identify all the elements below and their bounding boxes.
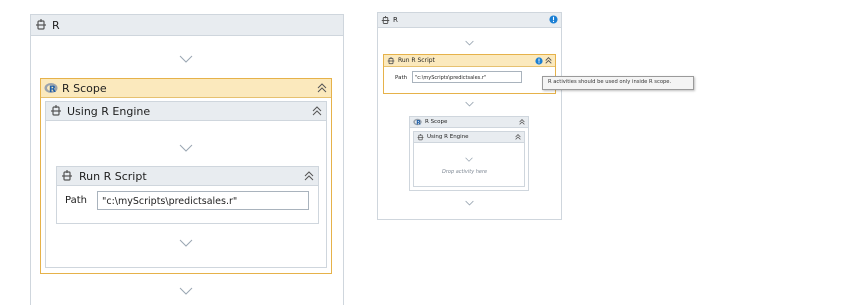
left-r-header[interactable]: R	[31, 15, 343, 36]
left-engine-header[interactable]: Using R Engine	[46, 102, 326, 121]
activity-gear-icon	[381, 15, 390, 24]
activity-gear-icon	[417, 133, 424, 140]
right-engine-activity[interactable]: Using R Engine Drop activity here	[413, 131, 525, 187]
drop-arrow-icon[interactable]	[465, 40, 474, 46]
collapse-chevron-icon[interactable]	[304, 171, 314, 181]
right-path-input[interactable]: "c:\myScripts\predictsales.r"	[412, 71, 522, 83]
right-run-script-activity[interactable]: Run R Script Path "c:\myScripts\predicts…	[383, 54, 556, 94]
activity-gear-icon	[36, 19, 46, 30]
info-icon[interactable]	[535, 56, 543, 65]
activity-gear-icon	[387, 56, 395, 64]
right-engine-header[interactable]: Using R Engine	[414, 132, 524, 143]
right-path-value: "c:\myScripts\predictsales.r"	[415, 75, 487, 81]
left-script-header[interactable]: Run R Script	[57, 167, 318, 186]
left-r-activity[interactable]: R R R Scope Using R Engine Run R Script …	[30, 14, 344, 305]
drop-arrow-icon[interactable]	[465, 157, 473, 162]
left-r-scope[interactable]: R R Scope Using R Engine Run R Script Pa…	[40, 78, 332, 274]
svg-text:R: R	[416, 121, 421, 126]
left-scope-title: R Scope	[62, 81, 107, 95]
drop-arrow-icon[interactable]	[465, 200, 474, 206]
left-scope-header[interactable]: R R Scope	[41, 79, 331, 98]
right-scope-header[interactable]: R R Scope	[410, 117, 528, 128]
left-engine-activity[interactable]: Using R Engine Run R Script Path "c:\myS…	[45, 101, 327, 268]
drop-arrow-icon[interactable]	[179, 287, 193, 295]
right-r-header[interactable]: R	[378, 13, 561, 28]
right-scope-title: R Scope	[425, 119, 448, 125]
left-run-script-activity[interactable]: Run R Script Path "c:\myScripts\predicts…	[56, 166, 319, 224]
r-logo-icon: R	[413, 118, 422, 126]
right-r-title: R	[393, 16, 398, 24]
collapse-chevron-icon[interactable]	[317, 83, 327, 93]
activity-gear-icon	[62, 170, 72, 181]
drop-arrow-icon[interactable]	[179, 144, 193, 152]
activity-gear-icon	[51, 105, 61, 116]
left-path-label: Path	[65, 195, 87, 206]
right-r-scope[interactable]: R R Scope Using R Engine Drop activity h…	[409, 116, 529, 191]
collapse-chevron-icon[interactable]	[519, 119, 525, 125]
tooltip-text: R activities should be used only inside …	[548, 79, 672, 85]
right-r-activity[interactable]: R Run R Script Path "c:\myScripts\predic…	[377, 12, 562, 220]
left-path-input[interactable]: "c:\myScripts\predictsales.r"	[97, 191, 309, 210]
left-script-title: Run R Script	[79, 169, 147, 183]
left-r-title: R	[52, 18, 60, 32]
right-drop-hint[interactable]: Drop activity here	[442, 169, 487, 175]
validation-tooltip: R activities should be used only inside …	[542, 76, 694, 90]
svg-text:R: R	[49, 85, 56, 94]
collapse-chevron-icon[interactable]	[515, 134, 521, 140]
r-logo-icon: R	[44, 83, 58, 94]
drop-arrow-icon[interactable]	[465, 101, 474, 107]
left-path-value: "c:\myScripts\predictsales.r"	[102, 196, 238, 207]
right-script-header[interactable]: Run R Script	[384, 55, 555, 67]
right-script-title: Run R Script	[398, 57, 435, 64]
left-engine-title: Using R Engine	[67, 104, 151, 118]
collapse-chevron-icon[interactable]	[312, 106, 322, 116]
collapse-chevron-icon[interactable]	[545, 57, 552, 64]
drop-arrow-icon[interactable]	[179, 55, 193, 63]
drop-arrow-icon[interactable]	[179, 239, 193, 247]
right-path-label: Path	[395, 75, 408, 81]
info-icon[interactable]	[549, 15, 558, 24]
right-engine-title: Using R Engine	[427, 134, 469, 140]
